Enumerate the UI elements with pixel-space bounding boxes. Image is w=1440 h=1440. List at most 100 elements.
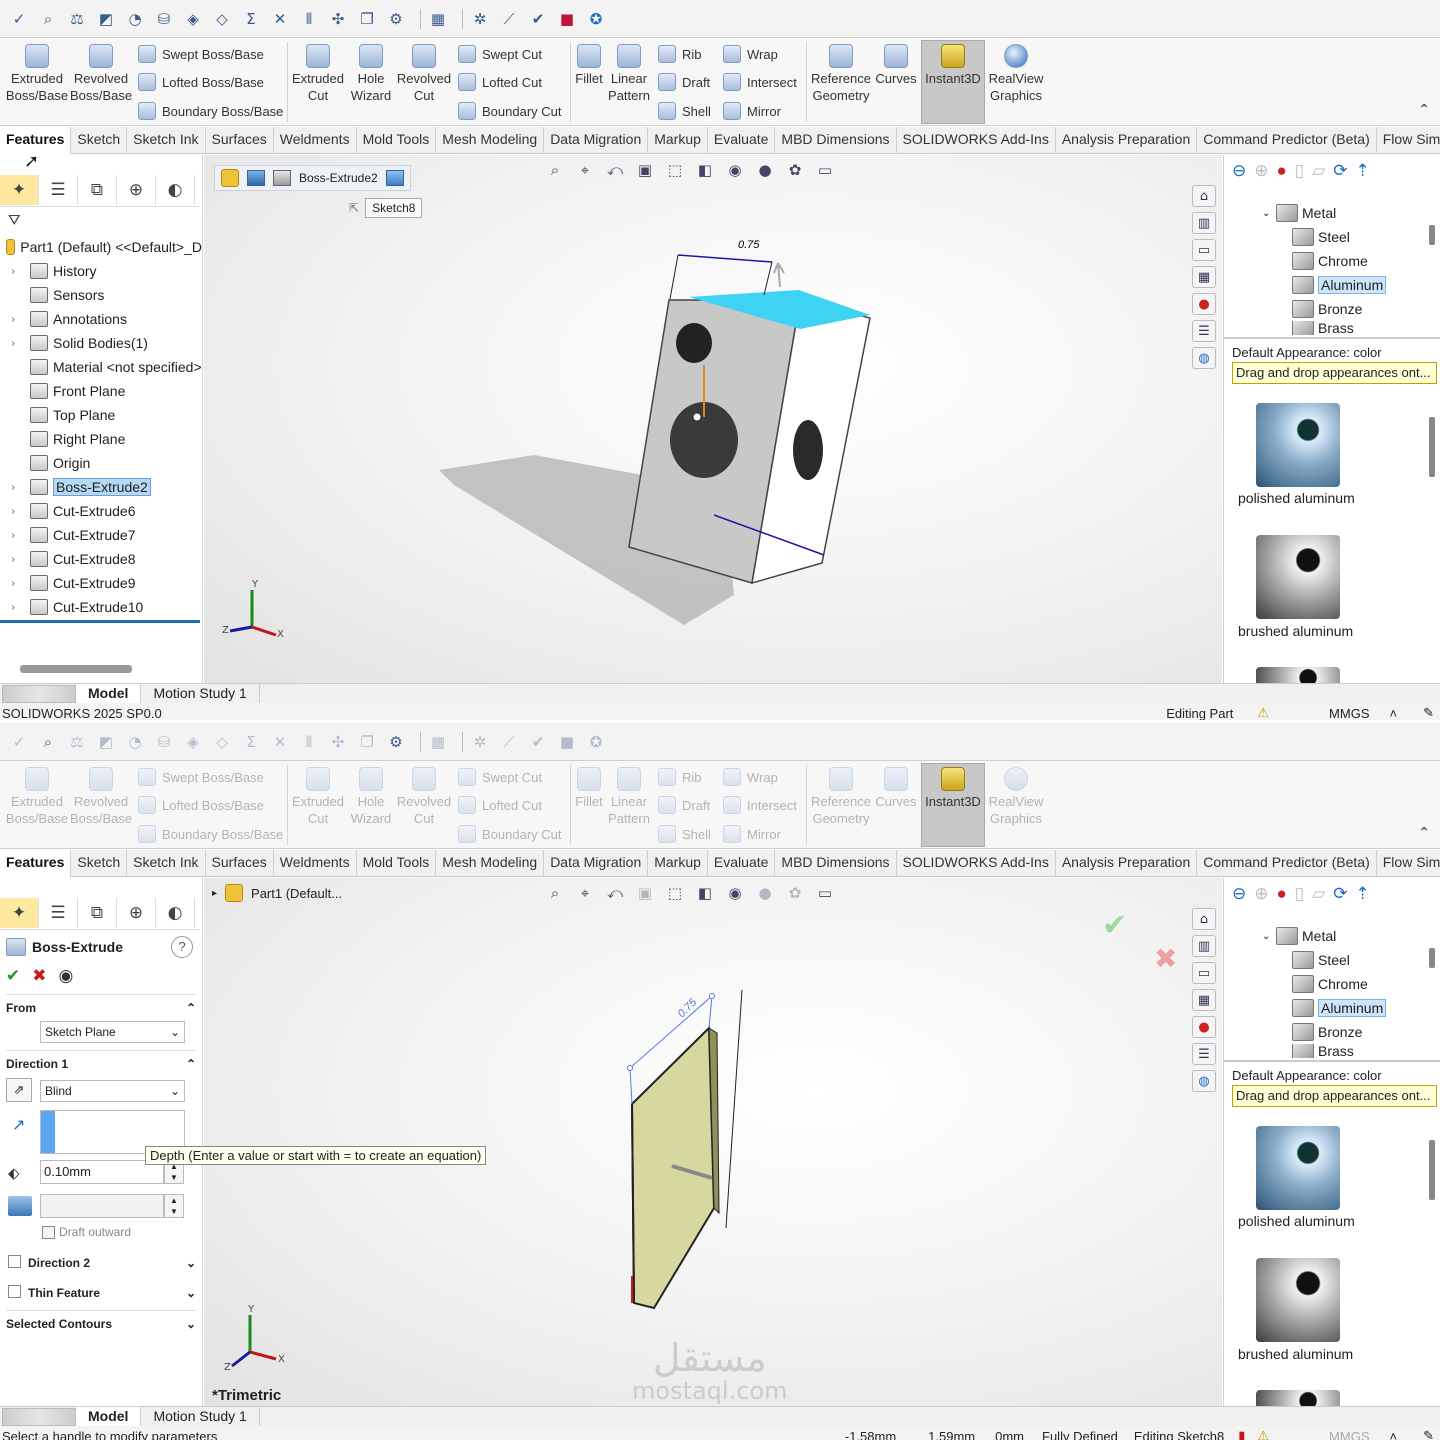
quick-tips-icon[interactable]: ✎ (1423, 705, 1434, 720)
section-icon[interactable]: ◩ (95, 8, 117, 30)
dimension-endpoint[interactable] (709, 993, 715, 999)
polished-aluminum-swatch[interactable] (1256, 403, 1340, 487)
units-caret-icon[interactable]: ˄ (1390, 706, 1398, 721)
expand-arrow-icon[interactable]: › (6, 482, 20, 493)
dimxpert-tab-icon[interactable]: ⊕ (117, 898, 156, 928)
tab-sketch[interactable]: Sketch (71, 127, 128, 154)
end-condition-select[interactable]: Blind ⌄ (40, 1080, 185, 1102)
forum-icon[interactable]: ◍ (1192, 347, 1216, 369)
model-3d-view[interactable]: 0.75 Y X Z (204, 155, 1222, 683)
tree-item[interactable]: › Cut-Extrude6 (0, 499, 202, 523)
tree-scrollbar[interactable] (1429, 948, 1435, 968)
expand-arrow-icon[interactable]: › (6, 506, 20, 517)
brushed-aluminum-swatch[interactable] (1256, 1258, 1340, 1342)
settings-icon[interactable]: ✪ (585, 8, 607, 30)
appearance-item[interactable]: Aluminum (1292, 996, 1387, 1020)
tree-item[interactable]: › Cut-Extrude10 (0, 595, 202, 619)
appearance-item[interactable]: Chrome (1292, 249, 1386, 273)
move-face-icon[interactable]: ✣ (327, 8, 349, 30)
property-manager-tab-icon[interactable]: ☰ (39, 175, 78, 205)
swept-boss-button[interactable]: Swept Boss/Base (138, 43, 264, 65)
rollback-bar[interactable] (0, 620, 200, 623)
configuration-manager-tab-icon[interactable]: ⧉ (78, 175, 117, 205)
evaluate-icon[interactable]: ⚙ (385, 731, 407, 753)
new-folder-icon[interactable]: ▱ (1312, 884, 1325, 904)
draft-button[interactable]: Draft (658, 71, 710, 93)
tree-item[interactable]: › Cut-Extrude9 (0, 571, 202, 595)
tab-markup[interactable]: Markup (648, 850, 708, 877)
units-selector[interactable]: MMGS (1329, 706, 1369, 721)
property-manager-tab-icon[interactable]: ☰ (39, 898, 78, 928)
tab-weldments[interactable]: Weldments (274, 850, 357, 877)
boundary-boss-button[interactable]: Boundary Boss/Base (138, 100, 283, 122)
motion-study-tab[interactable]: Motion Study 1 (141, 683, 260, 704)
filter-icon[interactable]: ⛛ (8, 211, 21, 229)
expand-arrow-icon[interactable]: › (6, 314, 20, 325)
wrap-button[interactable]: Wrap (723, 43, 778, 65)
curves-button[interactable]: Curves (874, 40, 918, 87)
model-tab[interactable]: Model (76, 1406, 142, 1427)
dimension-endpoint[interactable] (627, 1065, 633, 1071)
tab-features[interactable]: Features (0, 850, 72, 877)
linear-pattern-button[interactable]: Linear Pattern (606, 40, 652, 104)
units-selector[interactable]: MMGS (1329, 1429, 1369, 1440)
origin-handle[interactable] (692, 412, 702, 422)
model-3d-view[interactable]: 0.75 Y X Z (204, 878, 1222, 1406)
tree-item[interactable]: › Annotations (0, 307, 202, 331)
splitter[interactable] (1224, 1060, 1440, 1062)
shell-button[interactable]: Shell (658, 100, 711, 122)
configuration-manager-tab-icon[interactable]: ⧉ (78, 898, 117, 928)
back-icon[interactable]: ⊖ (1232, 884, 1246, 904)
view-palette-icon[interactable]: ▦ (1192, 989, 1216, 1011)
forum-icon[interactable]: ◍ (1192, 1070, 1216, 1092)
expand-arrow-icon[interactable]: › (6, 578, 20, 589)
fillet-button[interactable]: Fillet (573, 40, 605, 87)
check-icon[interactable]: ◈ (182, 8, 204, 30)
appearances-icon[interactable]: ● (1192, 1016, 1216, 1038)
appearance-item[interactable]: Steel (1292, 225, 1386, 249)
appearance-folder[interactable]: ⌄ Metal (1262, 201, 1386, 225)
tab-flow-simul[interactable]: Flow Simul... (1377, 850, 1440, 877)
preview-eye-icon[interactable]: ◉ (59, 966, 74, 986)
expand-arrow-icon[interactable]: › (6, 530, 20, 541)
quick-tips-icon[interactable]: ✎ (1423, 1428, 1434, 1440)
dimxpert-tab-icon[interactable]: ⊕ (117, 175, 156, 205)
lofted-boss-button[interactable]: Lofted Boss/Base (138, 71, 264, 93)
lofted-cut-button[interactable]: Lofted Cut (458, 71, 542, 93)
thin-feature-checkbox[interactable] (8, 1285, 21, 1298)
reverse-direction-icon[interactable]: ⇗ (6, 1078, 32, 1102)
gear-icon[interactable]: ✲ (469, 8, 491, 30)
tab-mesh-modeling[interactable]: Mesh Modeling (436, 850, 545, 877)
tree-scrollbar[interactable] (1429, 225, 1435, 245)
dimension-line-top[interactable] (677, 254, 773, 263)
file-explorer-icon[interactable]: ▭ (1192, 962, 1216, 984)
tab-mesh-modeling[interactable]: Mesh Modeling (436, 127, 545, 154)
tree-item[interactable]: Right Plane (0, 427, 202, 451)
tab-evaluate[interactable]: Evaluate (708, 127, 776, 154)
sum-icon[interactable]: Σ (240, 8, 262, 30)
appearance-item[interactable]: Bronze (1292, 1020, 1386, 1044)
tab-mold-tools[interactable]: Mold Tools (357, 850, 437, 877)
splitter[interactable] (1224, 337, 1440, 339)
tab-scroll-arrows[interactable] (2, 684, 76, 703)
hole-wizard-button[interactable]: Hole Wizard (344, 40, 398, 104)
tree-item[interactable]: Front Plane (0, 379, 202, 403)
rebuild-icon[interactable]: ⚠ (1257, 705, 1269, 720)
design-library-icon[interactable]: ▥ (1192, 212, 1216, 234)
appearance-item[interactable]: Brass (1292, 321, 1386, 335)
new-folder-icon[interactable]: ▱ (1312, 161, 1325, 181)
tree-item[interactable]: › History (0, 259, 202, 283)
tree-item[interactable]: › Cut-Extrude7 (0, 523, 202, 547)
from-select[interactable]: Sketch Plane ⌄ (40, 1021, 185, 1043)
polished-aluminum-swatch[interactable] (1256, 1126, 1340, 1210)
tab-markup[interactable]: Markup (648, 127, 708, 154)
tab-sketch[interactable]: Sketch (71, 850, 128, 877)
tab-features[interactable]: Features (0, 127, 72, 154)
mass-properties-icon[interactable]: ⚖ (66, 8, 88, 30)
tree-item[interactable]: › Cut-Extrude8 (0, 547, 202, 571)
file-explorer-icon[interactable]: ▭ (1192, 239, 1216, 261)
appearances-dropdown-icon[interactable]: ● (1277, 884, 1287, 904)
from-section-header[interactable]: From ⌃ (6, 994, 196, 1016)
tree-item[interactable]: › Boss-Extrude2 (0, 475, 202, 499)
rebuild-icon[interactable]: ▮ (1238, 1428, 1245, 1440)
